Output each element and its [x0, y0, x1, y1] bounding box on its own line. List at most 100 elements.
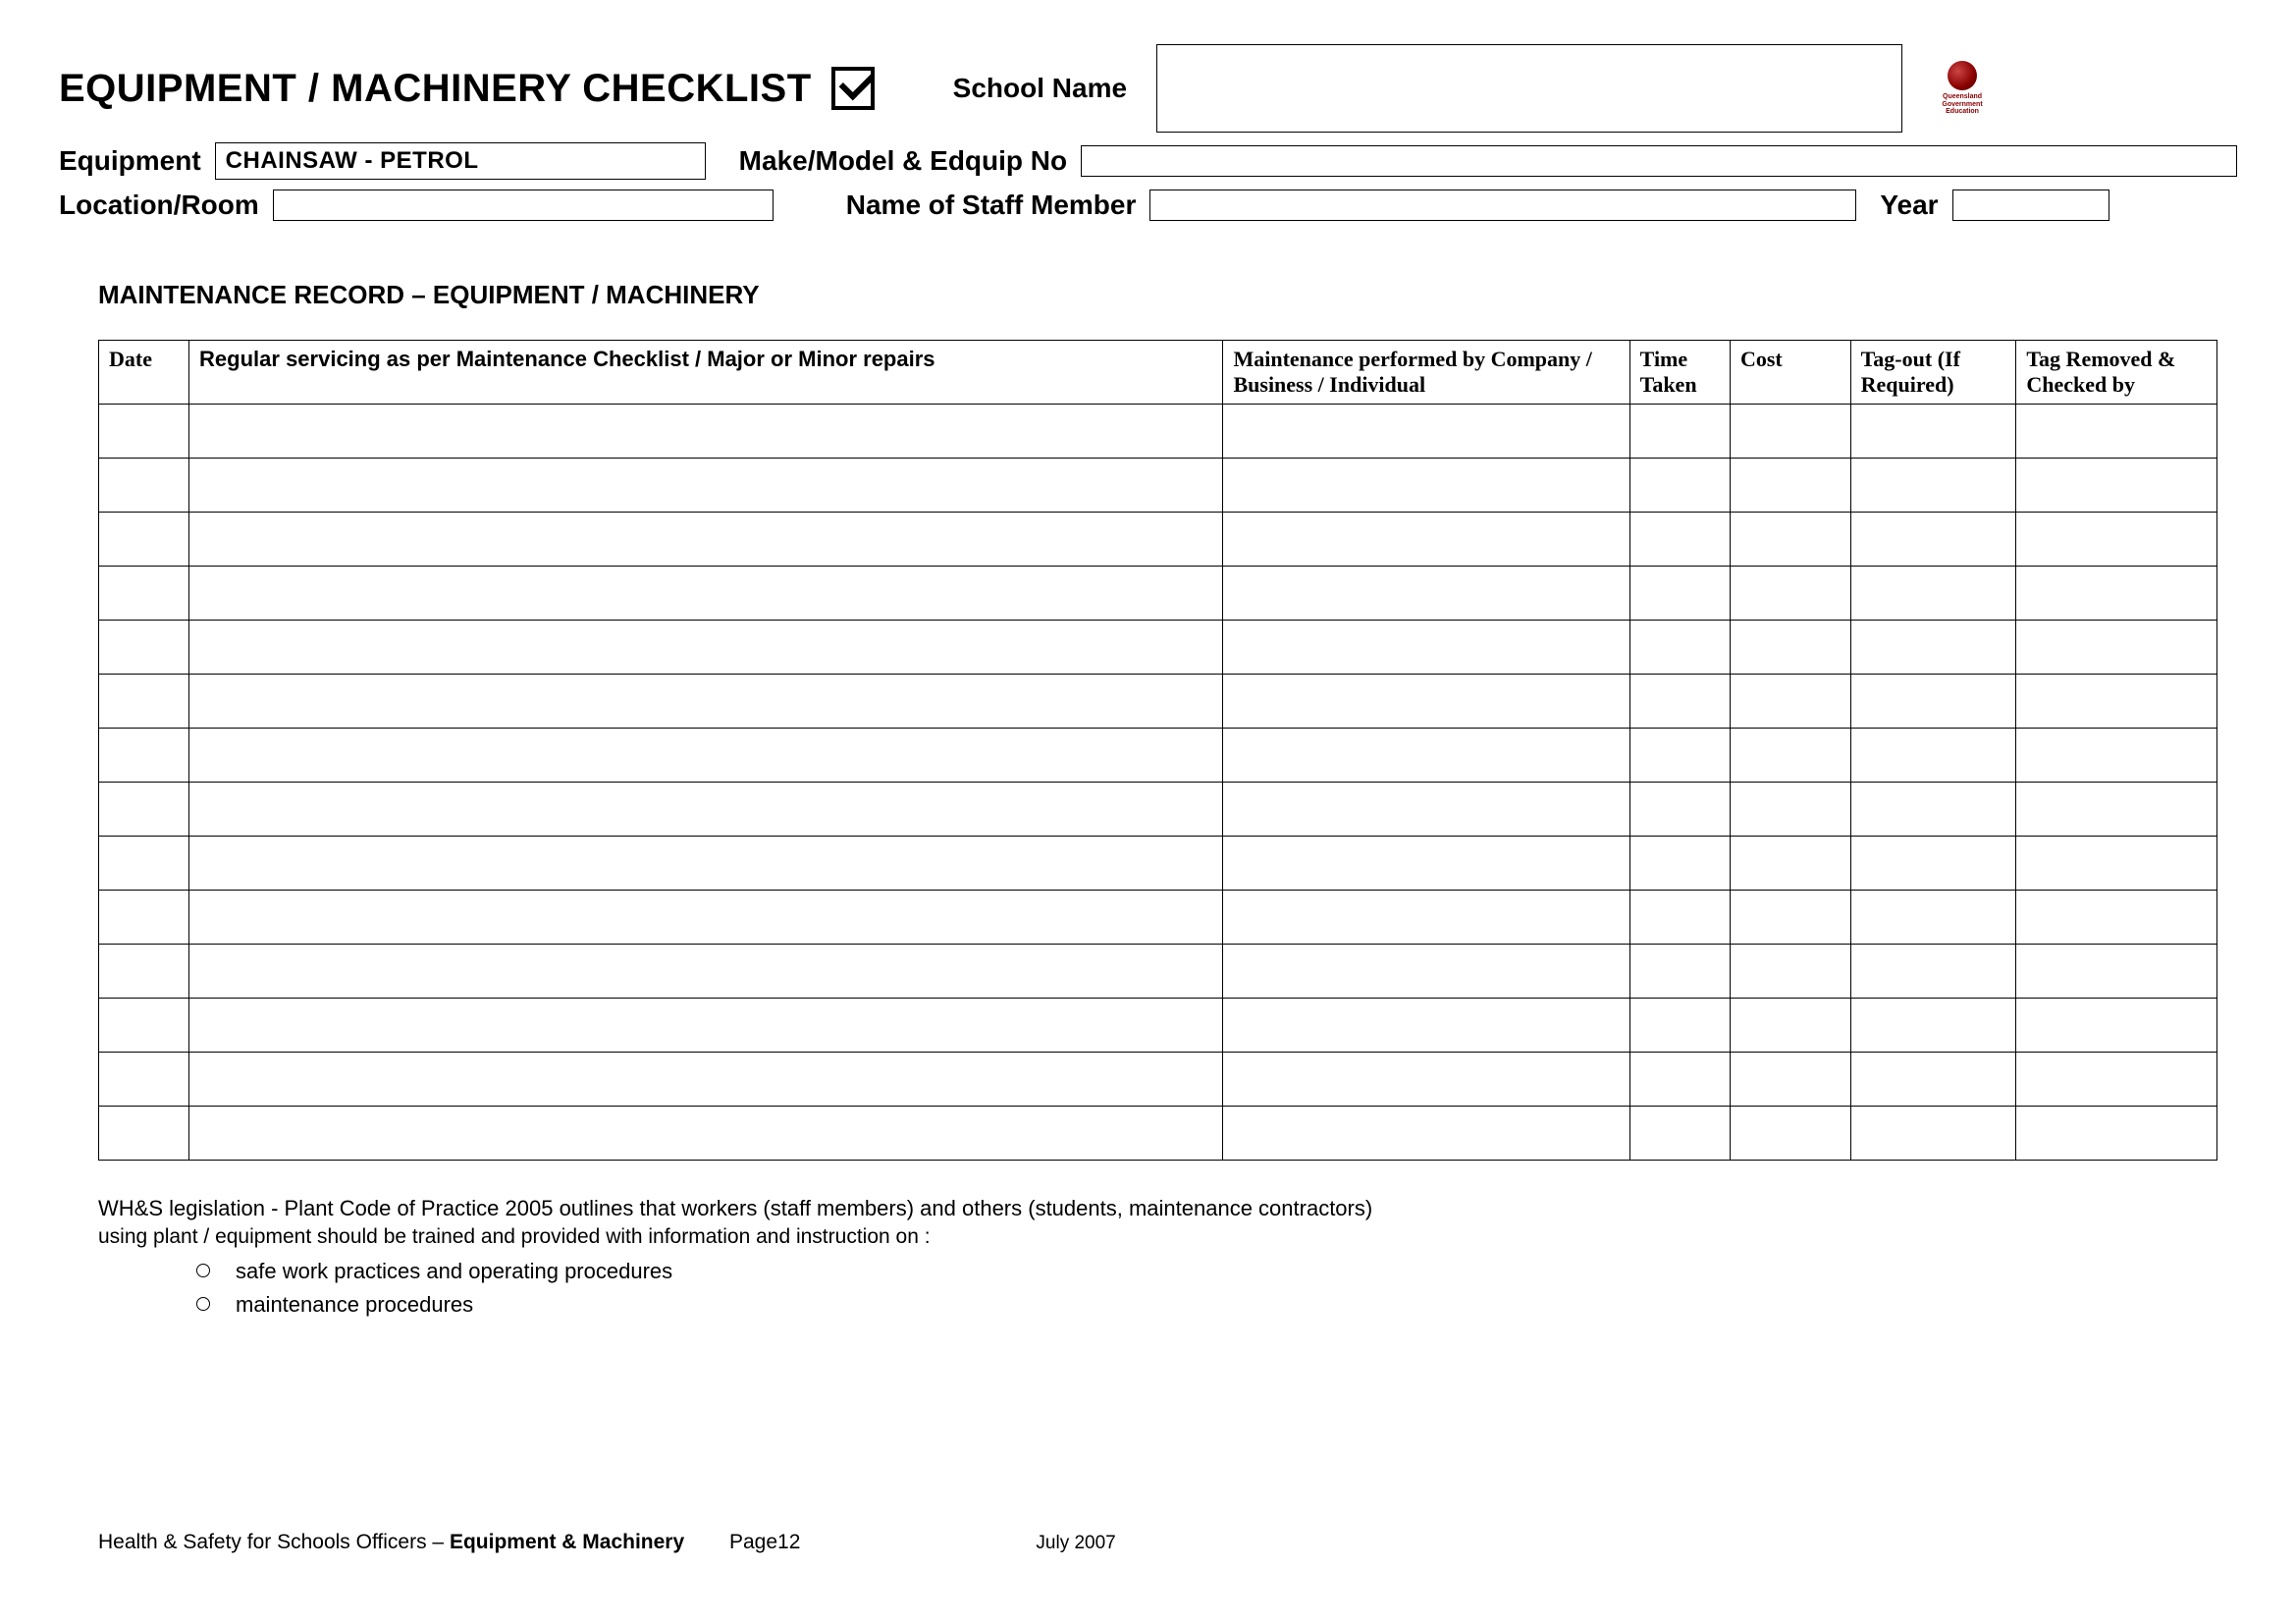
table-cell[interactable] — [1730, 1053, 1850, 1107]
table-cell[interactable] — [1223, 945, 1629, 999]
table-cell[interactable] — [1223, 621, 1629, 675]
equipment-input[interactable]: CHAINSAW - PETROL — [215, 142, 706, 180]
table-cell[interactable] — [1850, 999, 2016, 1053]
table-cell[interactable] — [1223, 459, 1629, 513]
table-cell[interactable] — [1629, 1053, 1730, 1107]
table-cell[interactable] — [2016, 837, 2217, 891]
table-cell[interactable] — [1629, 891, 1730, 945]
table-cell[interactable] — [1850, 567, 2016, 621]
table-cell[interactable] — [1850, 459, 2016, 513]
table-cell[interactable] — [1730, 783, 1850, 837]
table-cell[interactable] — [2016, 405, 2217, 459]
table-cell[interactable] — [1223, 1107, 1629, 1161]
table-cell[interactable] — [2016, 729, 2217, 783]
table-cell[interactable] — [1730, 621, 1850, 675]
table-cell[interactable] — [189, 837, 1223, 891]
table-cell[interactable] — [1850, 837, 2016, 891]
year-input[interactable] — [1952, 189, 2109, 221]
table-cell[interactable] — [2016, 1107, 2217, 1161]
table-cell[interactable] — [189, 459, 1223, 513]
table-cell[interactable] — [1850, 1107, 2016, 1161]
table-cell[interactable] — [1629, 459, 1730, 513]
table-cell[interactable] — [2016, 459, 2217, 513]
table-cell[interactable] — [1730, 891, 1850, 945]
table-cell[interactable] — [99, 999, 189, 1053]
table-cell[interactable] — [1730, 945, 1850, 999]
table-cell[interactable] — [1850, 675, 2016, 729]
table-cell[interactable] — [2016, 675, 2217, 729]
table-cell[interactable] — [2016, 1053, 2217, 1107]
table-cell[interactable] — [189, 675, 1223, 729]
table-cell[interactable] — [1629, 729, 1730, 783]
table-cell[interactable] — [99, 1107, 189, 1161]
table-cell[interactable] — [1223, 567, 1629, 621]
table-cell[interactable] — [1730, 729, 1850, 783]
table-cell[interactable] — [1730, 405, 1850, 459]
table-cell[interactable] — [2016, 891, 2217, 945]
make-model-input[interactable] — [1081, 145, 2237, 177]
table-cell[interactable] — [1850, 945, 2016, 999]
table-cell[interactable] — [99, 621, 189, 675]
table-cell[interactable] — [2016, 999, 2217, 1053]
table-cell[interactable] — [99, 837, 189, 891]
table-cell[interactable] — [189, 1053, 1223, 1107]
table-cell[interactable] — [1223, 891, 1629, 945]
table-cell[interactable] — [1223, 513, 1629, 567]
table-cell[interactable] — [1223, 1053, 1629, 1107]
table-cell[interactable] — [99, 891, 189, 945]
table-cell[interactable] — [189, 405, 1223, 459]
table-cell[interactable] — [1730, 1107, 1850, 1161]
table-cell[interactable] — [1730, 567, 1850, 621]
table-cell[interactable] — [1223, 837, 1629, 891]
table-cell[interactable] — [1629, 783, 1730, 837]
table-cell[interactable] — [1850, 729, 2016, 783]
table-cell[interactable] — [99, 945, 189, 999]
table-cell[interactable] — [99, 729, 189, 783]
table-cell[interactable] — [99, 1053, 189, 1107]
table-cell[interactable] — [1850, 405, 2016, 459]
table-cell[interactable] — [1223, 783, 1629, 837]
table-cell[interactable] — [1629, 1107, 1730, 1161]
table-cell[interactable] — [189, 513, 1223, 567]
table-cell[interactable] — [1730, 837, 1850, 891]
table-cell[interactable] — [99, 675, 189, 729]
table-cell[interactable] — [2016, 621, 2217, 675]
table-cell[interactable] — [2016, 513, 2217, 567]
table-cell[interactable] — [189, 567, 1223, 621]
table-cell[interactable] — [1850, 513, 2016, 567]
table-cell[interactable] — [189, 945, 1223, 999]
table-cell[interactable] — [1730, 675, 1850, 729]
table-cell[interactable] — [2016, 945, 2217, 999]
table-cell[interactable] — [1850, 783, 2016, 837]
table-cell[interactable] — [1223, 729, 1629, 783]
location-input[interactable] — [273, 189, 774, 221]
table-cell[interactable] — [99, 459, 189, 513]
table-cell[interactable] — [189, 999, 1223, 1053]
table-cell[interactable] — [1629, 567, 1730, 621]
table-cell[interactable] — [1850, 1053, 2016, 1107]
table-cell[interactable] — [189, 729, 1223, 783]
table-cell[interactable] — [99, 567, 189, 621]
table-cell[interactable] — [1629, 945, 1730, 999]
table-cell[interactable] — [1629, 405, 1730, 459]
table-cell[interactable] — [99, 783, 189, 837]
staff-input[interactable] — [1149, 189, 1856, 221]
table-cell[interactable] — [1629, 621, 1730, 675]
table-cell[interactable] — [1850, 891, 2016, 945]
table-cell[interactable] — [189, 621, 1223, 675]
table-cell[interactable] — [1730, 459, 1850, 513]
table-cell[interactable] — [1730, 999, 1850, 1053]
table-cell[interactable] — [189, 1107, 1223, 1161]
table-cell[interactable] — [1629, 675, 1730, 729]
table-cell[interactable] — [99, 405, 189, 459]
table-cell[interactable] — [99, 513, 189, 567]
table-cell[interactable] — [1629, 513, 1730, 567]
table-cell[interactable] — [2016, 783, 2217, 837]
table-cell[interactable] — [189, 783, 1223, 837]
table-cell[interactable] — [1730, 513, 1850, 567]
table-cell[interactable] — [1850, 621, 2016, 675]
school-name-input[interactable] — [1156, 44, 1902, 133]
table-cell[interactable] — [2016, 567, 2217, 621]
table-cell[interactable] — [1629, 837, 1730, 891]
table-cell[interactable] — [189, 891, 1223, 945]
